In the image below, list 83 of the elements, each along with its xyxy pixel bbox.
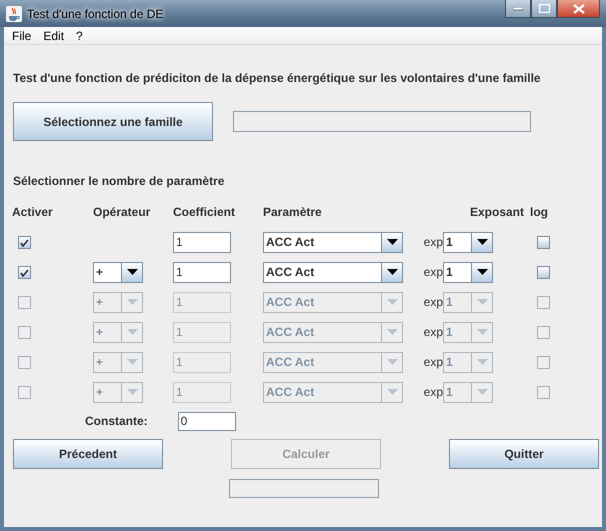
column-header: Opérateur [93, 205, 150, 219]
coefficient-field[interactable]: 1 [173, 262, 231, 282]
dropdown-arrow-icon [126, 389, 138, 395]
coefficient-field[interactable]: 1 [173, 322, 231, 342]
minimize-button[interactable] [505, 0, 531, 18]
operator-dropdown[interactable]: + [93, 322, 143, 342]
dropdown-arrow-icon [476, 239, 488, 245]
column-header: Exposant [470, 205, 524, 219]
operator-dropdown[interactable]: + [93, 352, 143, 372]
checkbox[interactable] [537, 296, 550, 308]
dropdown-arrow-icon [386, 299, 398, 305]
maximize-button[interactable] [531, 0, 557, 18]
coefficient-field[interactable]: 1 [173, 292, 231, 312]
checkbox[interactable] [18, 236, 31, 248]
checkbox[interactable] [537, 326, 550, 338]
constant-field[interactable]: 0 [178, 412, 236, 430]
menu-item[interactable]: ? [70, 28, 89, 42]
checkbox[interactable] [18, 266, 31, 278]
exp-label: exp [424, 265, 443, 279]
parameter-dropdown[interactable]: ACC Act [263, 322, 403, 342]
checkbox[interactable] [18, 326, 31, 338]
exp-label: exp [424, 385, 443, 399]
close-icon [572, 4, 584, 14]
menu-item[interactable]: File [6, 28, 38, 42]
parameter-dropdown[interactable]: ACC Act [263, 292, 403, 312]
exponent-dropdown[interactable]: 1 [443, 382, 493, 402]
exp-label: exp [424, 295, 443, 309]
dropdown-arrow-icon [386, 389, 398, 395]
column-header: log [530, 205, 548, 219]
dropdown-arrow-icon [386, 329, 398, 335]
coefficient-field[interactable]: 1 [173, 232, 231, 252]
dropdown-arrow-icon [386, 269, 398, 275]
heading: Test d'une fonction de prédiciton de la dépense énergétique sur les volontaires d'une famille [13, 71, 542, 86]
java-cup-icon [6, 6, 22, 22]
dropdown-arrow-icon [386, 359, 398, 365]
column-header: Paramètre [263, 205, 322, 219]
exp-label: exp [424, 325, 443, 339]
exponent-dropdown[interactable]: 1 [443, 352, 493, 372]
dropdown-arrow-icon [476, 389, 488, 395]
dropdown-arrow-icon [476, 359, 488, 365]
section-label: Sélectionner le nombre de paramètre [13, 174, 226, 189]
checkbox[interactable] [18, 296, 31, 308]
coefficient-field[interactable]: 1 [173, 382, 231, 402]
dropdown-arrow-icon [386, 239, 398, 245]
window-title: Test d'une fonction de DE [27, 6, 164, 20]
coefficient-field[interactable]: 1 [173, 352, 231, 372]
checkbox[interactable] [18, 356, 31, 368]
dropdown-arrow-icon [126, 329, 138, 335]
dropdown-arrow-icon [126, 359, 138, 365]
checkbox[interactable] [537, 356, 550, 368]
exp-label: exp [424, 235, 443, 249]
select-family-button[interactable]: Sélectionnez une famille [13, 102, 213, 141]
menu-item[interactable]: Edit [37, 28, 70, 42]
exponent-dropdown[interactable]: 1 [443, 322, 493, 342]
checkbox[interactable] [537, 236, 550, 248]
checkbox[interactable] [18, 386, 31, 398]
dropdown-arrow-icon [476, 329, 488, 335]
exponent-dropdown[interactable]: 1 [443, 232, 493, 252]
action-button[interactable]: Précedent [13, 439, 163, 469]
operator-dropdown[interactable]: + [93, 292, 143, 312]
column-header: Coefficient [173, 205, 236, 219]
dropdown-arrow-icon [126, 299, 138, 305]
maximize-icon [538, 4, 550, 13]
constant-label: Constante: [85, 414, 148, 428]
parameter-dropdown[interactable]: ACC Act [263, 232, 403, 252]
operator-dropdown[interactable]: + [93, 382, 143, 402]
exponent-dropdown[interactable]: 1 [443, 292, 493, 312]
action-button[interactable]: Quitter [449, 439, 599, 469]
parameter-dropdown[interactable]: ACC Act [263, 382, 403, 402]
checkbox[interactable] [537, 266, 550, 278]
dropdown-arrow-icon [476, 299, 488, 305]
exponent-dropdown[interactable]: 1 [443, 262, 493, 282]
operator-dropdown[interactable]: + [93, 262, 143, 282]
exp-label: exp [424, 355, 443, 369]
checkbox[interactable] [537, 386, 550, 398]
dropdown-arrow-icon [476, 269, 488, 275]
column-header: Activer [12, 205, 53, 219]
parameter-dropdown[interactable]: ACC Act [263, 352, 403, 372]
close-button[interactable] [557, 0, 600, 18]
dropdown-arrow-icon [126, 269, 138, 275]
family-field[interactable] [233, 111, 531, 132]
minimize-icon [513, 6, 523, 10]
parameter-dropdown[interactable]: ACC Act [263, 262, 403, 282]
